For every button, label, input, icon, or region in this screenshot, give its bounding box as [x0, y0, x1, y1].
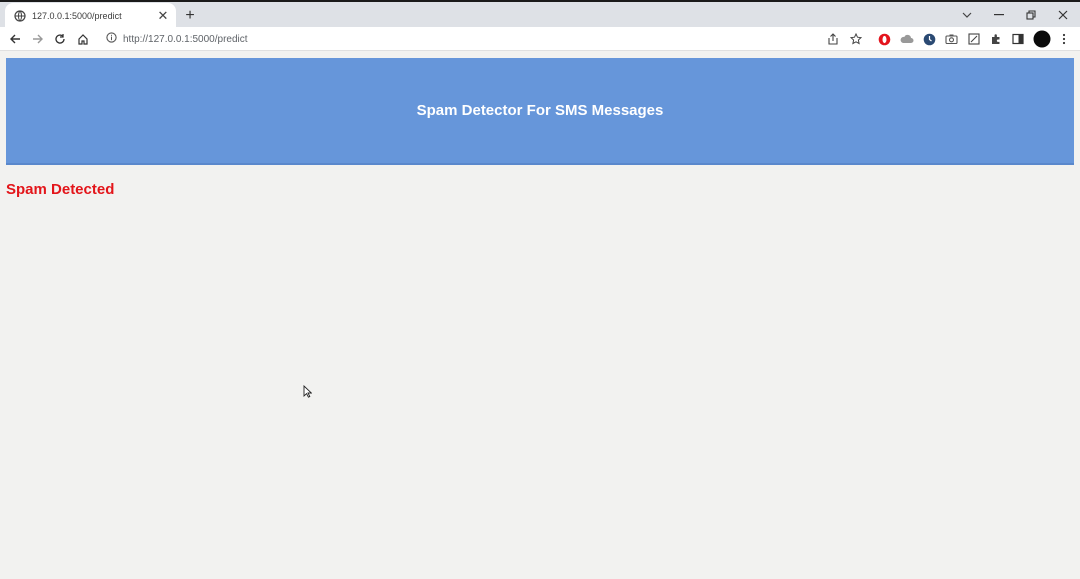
- close-icon[interactable]: ✕: [156, 8, 170, 23]
- header-banner: Spam Detector For SMS Messages: [6, 58, 1074, 165]
- star-icon[interactable]: [847, 30, 865, 48]
- tab-search-icon[interactable]: [953, 5, 981, 25]
- opera-icon[interactable]: [875, 30, 893, 48]
- cloud-icon[interactable]: [898, 30, 916, 48]
- prediction-result: Spam Detected: [6, 181, 115, 198]
- page-content: Spam Detector For SMS Messages Spam Dete…: [0, 52, 1080, 579]
- address-bar[interactable]: http://127.0.0.1:5000/predict: [100, 29, 870, 49]
- share-icon[interactable]: [824, 30, 842, 48]
- new-tab-button[interactable]: +: [181, 7, 199, 25]
- close-window-button[interactable]: [1049, 5, 1077, 25]
- clock-icon[interactable]: [920, 30, 938, 48]
- url-text[interactable]: http://127.0.0.1:5000/predict: [123, 34, 248, 45]
- browser-toolbar: http://127.0.0.1:5000/predict: [0, 27, 1080, 51]
- home-icon[interactable]: [74, 30, 92, 48]
- sidepanel-icon[interactable]: [1009, 30, 1027, 48]
- screenshot-icon[interactable]: [965, 30, 983, 48]
- browser-tab[interactable]: 127.0.0.1:5000/predict ✕: [5, 3, 176, 29]
- globe-icon: [14, 10, 26, 22]
- restore-button[interactable]: [1017, 5, 1045, 25]
- tab-title: 127.0.0.1:5000/predict: [32, 11, 122, 21]
- forward-icon[interactable]: [29, 30, 47, 48]
- back-icon[interactable]: [6, 30, 24, 48]
- extensions-icon[interactable]: [987, 30, 1005, 48]
- info-icon[interactable]: [106, 30, 117, 48]
- mouse-cursor-icon: [303, 384, 313, 403]
- profile-avatar[interactable]: [1033, 30, 1051, 48]
- minimize-button[interactable]: [985, 5, 1013, 25]
- page-title: Spam Detector For SMS Messages: [416, 102, 664, 119]
- camera-icon[interactable]: [942, 30, 960, 48]
- reload-icon[interactable]: [51, 30, 69, 48]
- tab-strip: 127.0.0.1:5000/predict ✕ +: [0, 0, 1080, 29]
- menu-icon[interactable]: [1055, 30, 1073, 48]
